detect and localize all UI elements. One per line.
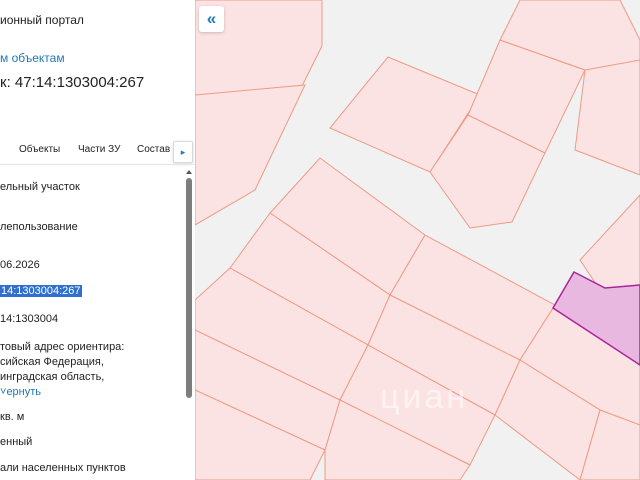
portal-title: ионный портал	[0, 13, 84, 27]
collapse-address-link[interactable]: ˅ернуть	[0, 386, 41, 398]
selected-cadastral-number: 14:1303004:267	[0, 285, 82, 297]
field-date: 06.2026	[0, 259, 40, 271]
field-area: кв. м	[0, 411, 25, 423]
tabs-scroll-right-button[interactable]: ▸	[173, 141, 193, 163]
field-address-line1: сийская Федерация,	[0, 356, 104, 368]
field-permitted-use: лепользование	[0, 221, 78, 233]
cadastral-number-title: к: 47:14:1303004:267	[0, 74, 145, 91]
tab-objects[interactable]: Объекты	[19, 144, 60, 155]
panel-scrollbar[interactable]	[186, 170, 192, 480]
field-object-type: ельный участок	[0, 181, 80, 193]
collapse-address-label: ернуть	[6, 386, 42, 398]
field-cadastral-number: 14:1303004:267	[0, 285, 82, 297]
back-to-objects-link[interactable]: м объектам	[0, 51, 65, 65]
info-panel: ионный портал м объектам к: 47:14:130300…	[0, 0, 195, 480]
field-land-category: али населенных пунктов	[0, 462, 126, 474]
field-cadastral-quarter: 14:1303004	[0, 313, 59, 325]
tab-bar: Объекты Части ЗУ Состав ▸	[0, 137, 195, 165]
double-chevron-left-icon: «	[206, 9, 217, 28]
field-address-label: товый адрес ориентира:	[0, 341, 125, 353]
field-status: енный	[0, 436, 33, 448]
chevron-right-icon: ▸	[180, 147, 186, 157]
tab-divider	[0, 164, 195, 165]
scroll-up-arrow-icon[interactable]	[186, 170, 192, 174]
land-parcel[interactable]	[574, 59, 640, 176]
cian-watermark: циан	[380, 378, 469, 416]
scrollbar-thumb[interactable]	[186, 178, 192, 398]
collapse-panel-button[interactable]: «	[199, 6, 224, 32]
tab-composition[interactable]: Состав	[137, 144, 170, 155]
field-address-line2: инградская область,	[0, 371, 105, 383]
tab-land-parts[interactable]: Части ЗУ	[78, 144, 120, 155]
